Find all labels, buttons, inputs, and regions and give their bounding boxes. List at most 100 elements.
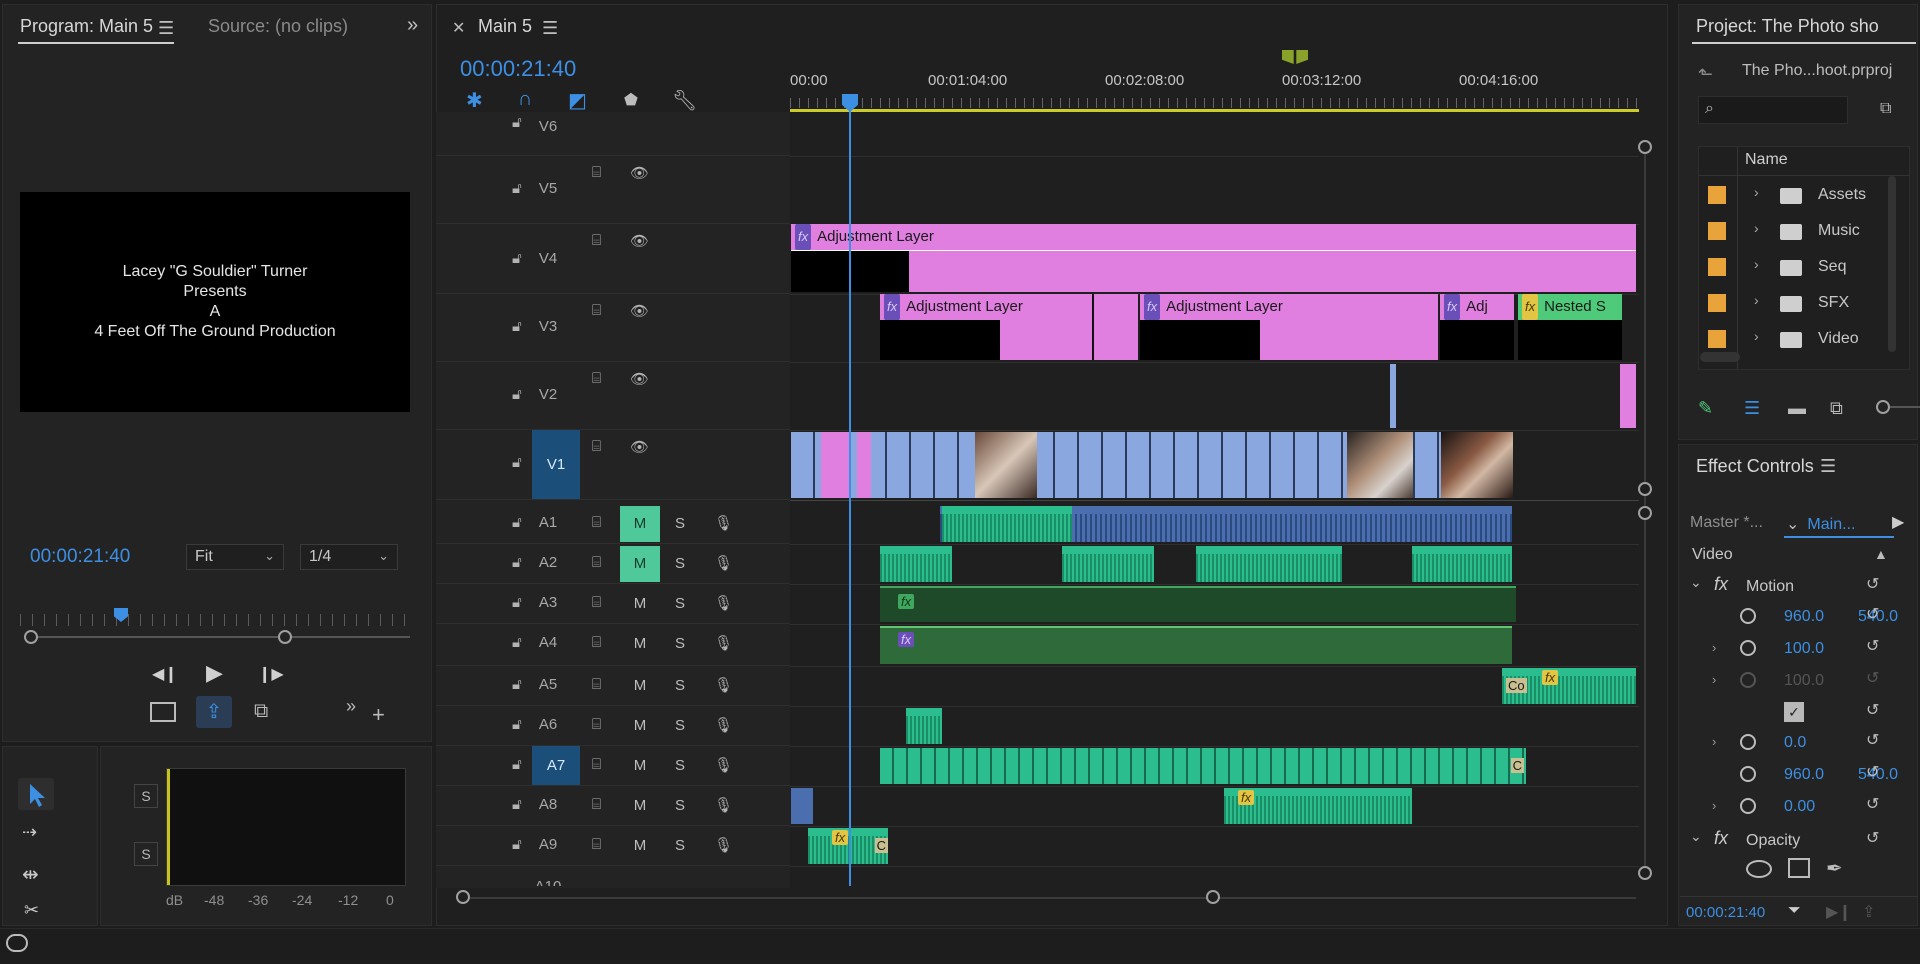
ellipse-mask-icon[interactable]: [1746, 860, 1772, 878]
solo-button-a2[interactable]: S: [660, 546, 700, 582]
vscroll-handle-mid1[interactable]: [1638, 482, 1652, 496]
snap-magnet-icon[interactable]: ∩: [518, 88, 532, 111]
ec-collapse-icon[interactable]: ▲: [1874, 546, 1888, 562]
timeline-ruler[interactable]: 00:00 00:01:04:00 00:02:08:00 00:03:12:0…: [790, 60, 1639, 114]
mic-icon[interactable]: 🎙︎: [714, 756, 733, 774]
mic-icon[interactable]: 🎙︎: [714, 594, 733, 612]
motion-chevron-icon[interactable]: ⌄: [1690, 574, 1702, 591]
a6-audio-clip[interactable]: [906, 708, 942, 744]
sync-lock-icon[interactable]: ⌸: [592, 634, 601, 651]
tab-source-monitor[interactable]: Source: (no clips): [208, 16, 348, 37]
ec-timecode[interactable]: 00:00:21:40: [1686, 904, 1765, 921]
ec-sequence-clip[interactable]: ⌄ Main...: [1786, 514, 1855, 534]
anchor-x-value[interactable]: 960.0: [1784, 766, 1824, 784]
a8-audio-clip[interactable]: fx: [1224, 788, 1412, 824]
a3-submix-clip[interactable]: fx: [880, 586, 1516, 622]
anti-flicker-stopwatch-icon[interactable]: [1740, 798, 1756, 814]
mute-button-a8[interactable]: M: [620, 788, 660, 824]
sync-lock-icon[interactable]: ⌸: [592, 438, 601, 455]
meter-solo-button-2[interactable]: S: [134, 842, 158, 866]
a2-audio-clip-4[interactable]: [1412, 546, 1512, 582]
meter-solo-button-1[interactable]: S: [134, 784, 158, 808]
lock-icon[interactable]: 🔓︎: [512, 454, 522, 471]
timeline-vertical-scrollbar[interactable]: [1644, 140, 1646, 870]
label-color-swatch[interactable]: [1708, 222, 1726, 240]
track-select-tool-icon[interactable]: ⇢: [22, 822, 37, 843]
solo-button-a7[interactable]: S: [660, 748, 700, 784]
solo-button-a9[interactable]: S: [660, 828, 700, 864]
razor-tool-icon[interactable]: ✂: [24, 900, 39, 921]
position-x-value[interactable]: 960.0: [1784, 608, 1824, 626]
a5-audio-clip[interactable]: Co fx: [1502, 668, 1636, 704]
lock-icon[interactable]: 🔓︎: [512, 796, 522, 813]
rotation-reset-icon[interactable]: ↺: [1866, 730, 1879, 750]
tab-effect-controls[interactable]: Effect Controls: [1696, 456, 1814, 477]
sync-lock-icon[interactable]: ⌸: [592, 796, 601, 813]
track-header-a6[interactable]: 🔓︎ A6 ⌸ M S 🎙︎: [436, 706, 790, 746]
track-target-v1[interactable]: V1: [532, 430, 580, 499]
solo-button-a6[interactable]: S: [660, 708, 700, 744]
v3-adjustment-layer-clip-1[interactable]: fx Adjustment Layer: [880, 294, 1092, 360]
sync-lock-icon[interactable]: ⌸: [592, 716, 601, 733]
step-forward-icon[interactable]: ❙▶: [258, 664, 284, 684]
mic-icon[interactable]: 🎙︎: [714, 676, 733, 694]
timeline-timecode[interactable]: 00:00:21:40: [460, 56, 576, 82]
chevron-right-icon[interactable]: ›: [1754, 220, 1759, 236]
pencil-icon[interactable]: ✎: [1698, 398, 1713, 419]
mute-button-a3[interactable]: M: [620, 586, 660, 622]
program-zoom-bar[interactable]: [30, 636, 410, 638]
zoom-slider-handle[interactable]: [1876, 400, 1890, 414]
track-header-v4[interactable]: 🔓︎ V4 ⌸ 👁︎: [436, 224, 790, 294]
sync-lock-icon[interactable]: ⌸: [592, 370, 601, 387]
more-buttons-icon[interactable]: »: [346, 696, 356, 717]
a8-audio-clip-small[interactable]: [791, 788, 813, 824]
lock-icon[interactable]: 🔓︎: [512, 180, 522, 197]
uniform-scale-reset-icon[interactable]: ↺: [1866, 700, 1879, 720]
step-back-icon[interactable]: ◀❙: [152, 664, 178, 684]
lock-icon[interactable]: 🔓︎: [512, 386, 522, 403]
track-header-v2[interactable]: 🔓︎ V2 ⌸ 👁︎: [436, 362, 790, 430]
solo-button-a5[interactable]: S: [660, 668, 700, 704]
eye-icon[interactable]: 👁︎: [630, 370, 649, 388]
mute-button-a5[interactable]: M: [620, 668, 660, 704]
track-header-a2[interactable]: 🔓︎ A2 ⌸ M S 🎙︎: [436, 544, 790, 584]
export-frame-button[interactable]: ⇪: [196, 696, 232, 728]
tab-project[interactable]: Project: The Photo sho: [1696, 16, 1912, 37]
eye-icon[interactable]: 👁︎: [630, 302, 649, 320]
project-folder-up-icon[interactable]: ⬑: [1698, 64, 1713, 85]
program-menu-icon[interactable]: ☰: [158, 18, 174, 39]
track-header-a1[interactable]: 🔓︎ A1 ⌸ M S 🎙︎: [436, 504, 790, 544]
solo-button-a3[interactable]: S: [660, 586, 700, 622]
program-video-frame[interactable]: Lacey "G Souldier" Turner Presents A 4 F…: [20, 192, 410, 412]
tab-program-monitor[interactable]: Program: Main 5: [20, 16, 153, 37]
add-marker-icon[interactable]: ⬟: [624, 90, 638, 110]
v1-video-clips[interactable]: [791, 432, 1513, 498]
lock-icon[interactable]: 🔓︎: [512, 594, 522, 611]
lock-icon[interactable]: 🔓︎: [512, 676, 522, 693]
eye-icon[interactable]: 👁︎: [630, 438, 649, 456]
fit-dropdown[interactable]: Fit ⌄: [186, 544, 284, 570]
mute-button-a4[interactable]: M: [620, 626, 660, 662]
mic-icon[interactable]: 🎙︎: [714, 796, 733, 814]
project-item-seq[interactable]: › Seq: [1698, 250, 1890, 286]
lock-icon[interactable]: 🔓︎: [512, 716, 522, 733]
track-header-v1[interactable]: 🔓︎ V1 ⌸ 👁︎: [436, 430, 790, 500]
program-timecode[interactable]: 00:00:21:40: [30, 546, 130, 568]
hscroll-handle-left[interactable]: [456, 890, 470, 904]
a4-submix-clip[interactable]: fx: [880, 626, 1512, 664]
sync-lock-icon[interactable]: ⌸: [592, 756, 601, 773]
v3-small-clip[interactable]: [1092, 294, 1138, 360]
ec-expand-arrow-icon[interactable]: ▶: [1892, 512, 1904, 532]
lock-icon[interactable]: 🔓︎: [512, 836, 522, 853]
track-header-a8[interactable]: 🔓︎ A8 ⌸ M S 🎙︎: [436, 786, 790, 826]
anti-flicker-expand-icon[interactable]: ›: [1712, 798, 1716, 813]
lock-icon[interactable]: 🔓︎: [512, 250, 522, 267]
sync-lock-icon[interactable]: ⌸: [592, 594, 601, 611]
zoom-handle-left[interactable]: [24, 630, 38, 644]
linked-selection-icon[interactable]: ◩: [568, 88, 587, 113]
project-item-assets[interactable]: › Assets: [1698, 178, 1890, 214]
track-header-a9[interactable]: 🔓︎ A9 ⌸ M S 🎙︎: [436, 826, 790, 866]
uniform-scale-checkbox[interactable]: ✓: [1784, 702, 1804, 722]
rotation-expand-icon[interactable]: ›: [1712, 734, 1716, 749]
timeline-horizontal-scrollbar[interactable]: [460, 897, 1636, 899]
